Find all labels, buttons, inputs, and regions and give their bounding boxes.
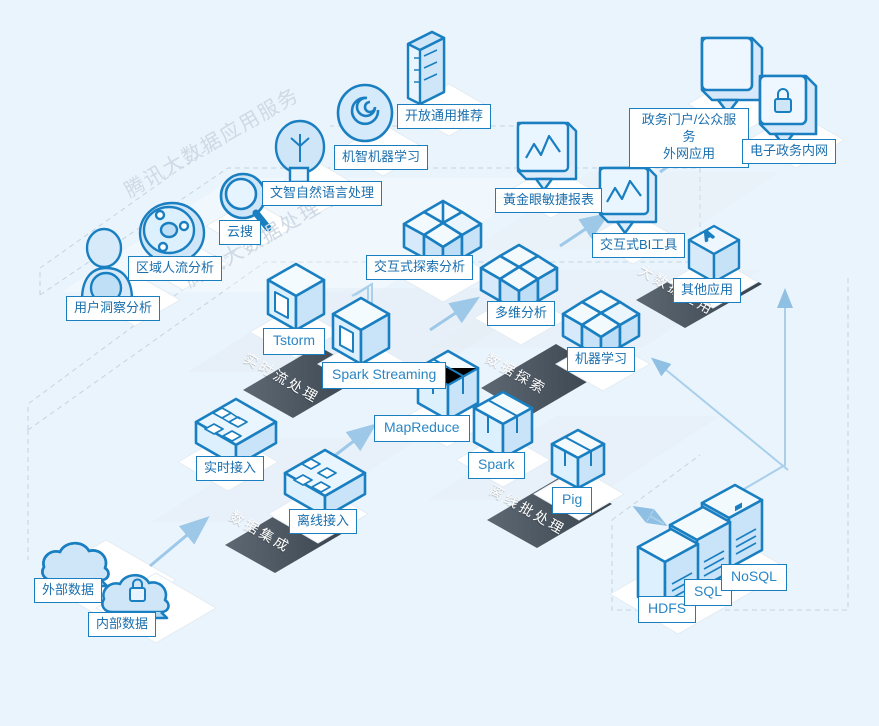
cube-window-icon	[266, 262, 326, 332]
label-cloud-search[interactable]: 云搜	[219, 220, 262, 246]
spiral-icon	[336, 83, 394, 143]
label-nlp[interactable]: 文智自然语言处理	[262, 181, 383, 207]
monitor-chart-icon	[516, 121, 578, 192]
label-machine-learning[interactable]: 机器学习	[567, 347, 636, 373]
label-tstorm[interactable]: Tstorm	[263, 328, 325, 355]
label-user-insight[interactable]: 用户洞察分析	[66, 296, 161, 322]
architecture-diagram: A p p	[0, 0, 879, 726]
label-realtime-ingest[interactable]: 实时接入	[196, 456, 265, 482]
label-other-apps[interactable]: 其他应用	[673, 278, 742, 304]
label-gov-intranet[interactable]: 电子政务内网	[742, 139, 837, 165]
radar-disc-icon	[138, 201, 206, 265]
label-bi-tool[interactable]: 交互式BI工具	[592, 233, 686, 259]
label-gov-portal[interactable]: 政务门户/公众服务 外网应用	[629, 108, 749, 168]
checklist-icon	[406, 30, 446, 106]
label-mapreduce[interactable]: MapReduce	[374, 415, 470, 442]
label-open-recommend[interactable]: 开放通用推荐	[397, 104, 492, 130]
cube-split-icon-3	[550, 428, 606, 490]
label-external-data[interactable]: 外部数据	[34, 578, 103, 604]
label-internal-data[interactable]: 内部数据	[88, 612, 157, 638]
label-nosql[interactable]: NoSQL	[721, 564, 787, 591]
label-pig[interactable]: Pig	[552, 487, 593, 514]
cube-split-icon-2	[472, 390, 534, 460]
label-multidim-analysis[interactable]: 多维分析	[487, 301, 556, 327]
cube-window-icon-2	[331, 296, 391, 366]
label-regional-flow[interactable]: 区域人流分析	[128, 256, 223, 282]
label-golden-eye-report[interactable]: 黃金眼敏捷报表	[495, 188, 603, 214]
label-offline-ingest[interactable]: 离线接入	[289, 509, 358, 535]
arrow-source-to-integration	[149, 516, 210, 568]
label-spark[interactable]: Spark	[468, 452, 525, 479]
label-interactive-explore[interactable]: 交互式探索分析	[366, 255, 474, 281]
label-machine-learning-app[interactable]: 机智机器学习	[334, 145, 429, 171]
label-spark-streaming[interactable]: Spark Streaming	[322, 362, 447, 389]
